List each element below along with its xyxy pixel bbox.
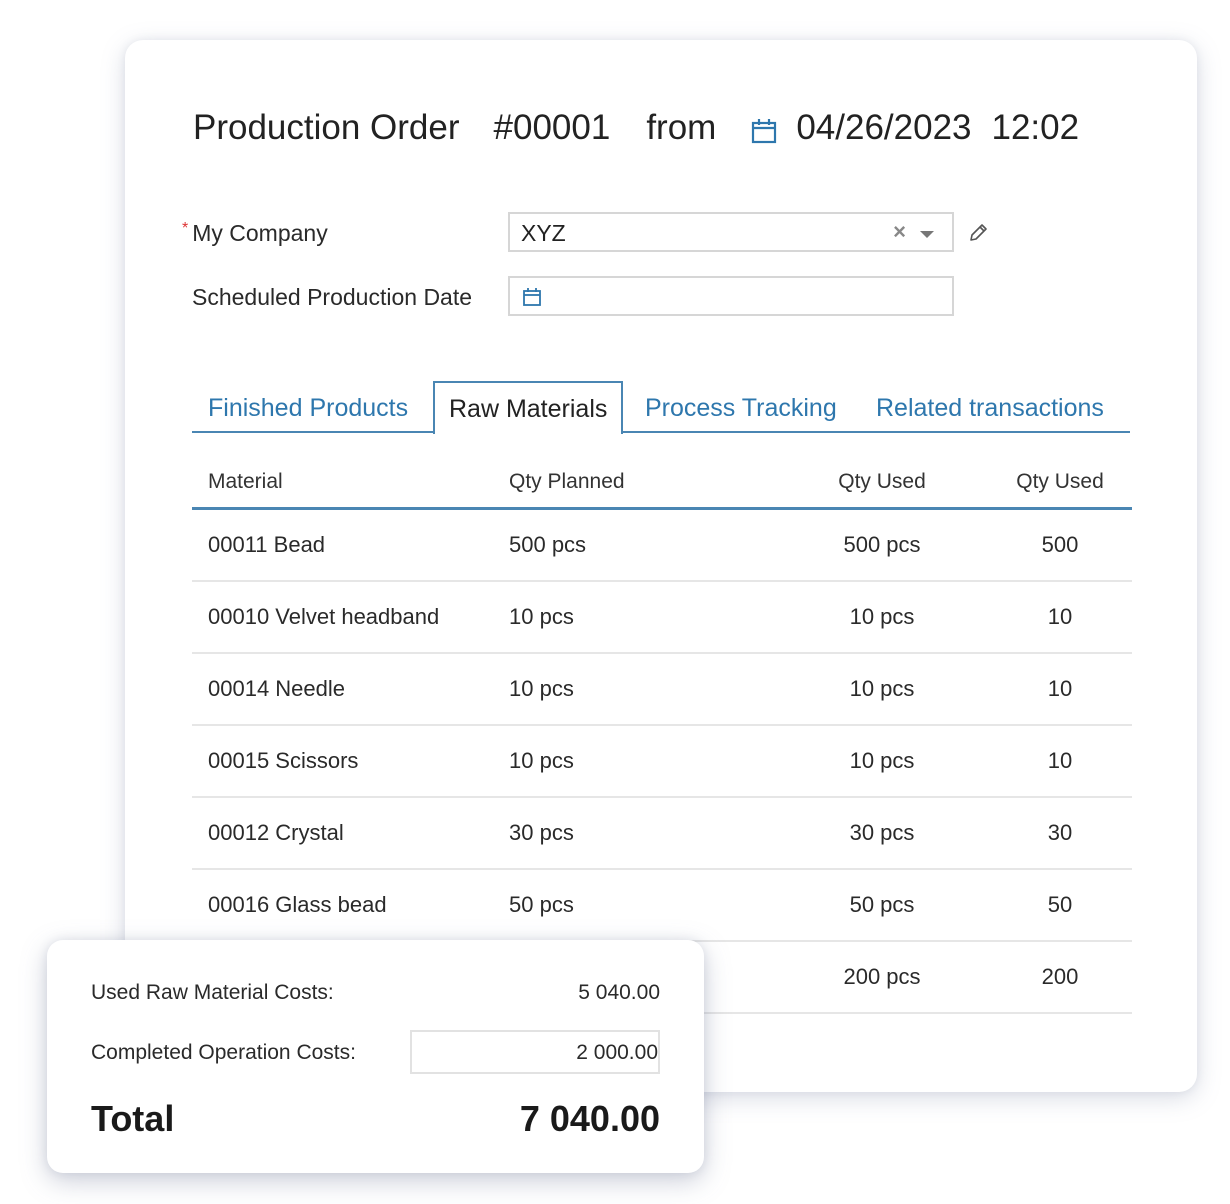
- from-label: from: [646, 108, 717, 147]
- table-header: Material Qty Planned Qty Used Qty Used: [192, 455, 1132, 510]
- raw-materials-table: Material Qty Planned Qty Used Qty Used 0…: [192, 455, 1132, 1014]
- order-time[interactable]: 12:02: [992, 108, 1080, 148]
- material-cell: 00011 Bead: [208, 532, 326, 557]
- doc-type-label: Production Order: [193, 108, 460, 147]
- column-header-material[interactable]: Material: [208, 470, 283, 494]
- material-cell: 00015 Scissors: [208, 748, 359, 773]
- company-label-text: My Company: [192, 220, 328, 246]
- required-mark: *: [182, 220, 189, 237]
- table-row[interactable]: 00010 Velvet headband 10 pcs 10 pcs 10: [192, 582, 1132, 654]
- order-date[interactable]: 04/26/2023: [796, 108, 971, 148]
- table-row[interactable]: 00012 Crystal 30 pcs 30 pcs 30: [192, 798, 1132, 870]
- column-header-qty-used[interactable]: Qty Used: [832, 470, 932, 494]
- raw-material-costs-label: Used Raw Material Costs:: [91, 981, 334, 1004]
- company-label: * My Company: [182, 220, 328, 247]
- material-cell: 00012 Crystal: [208, 820, 344, 845]
- operation-costs-input[interactable]: 2 000.00: [410, 1030, 660, 1074]
- table-row[interactable]: 00014 Needle 10 pcs 10 pcs 10: [192, 654, 1132, 726]
- company-value: XYZ: [521, 220, 566, 246]
- scheduled-date-input[interactable]: [508, 276, 954, 316]
- tab-raw-materials[interactable]: Raw Materials: [433, 381, 624, 434]
- company-select[interactable]: XYZ ×: [508, 212, 954, 252]
- material-cell: 00016 Glass bead: [208, 892, 387, 917]
- qty-used-cell: 10 pcs: [849, 604, 915, 629]
- edit-pencil-icon[interactable]: [967, 222, 989, 244]
- order-number: #00001: [493, 108, 611, 147]
- qty-used-number-cell: 50: [1047, 892, 1073, 917]
- qty-planned-cell: 10 pcs: [509, 748, 574, 773]
- raw-material-costs-value: 5 040.00: [578, 981, 660, 1004]
- operation-costs-label: Completed Operation Costs:: [91, 1041, 356, 1064]
- qty-used-number-cell: 10: [1047, 748, 1073, 773]
- qty-planned-cell: 10 pcs: [509, 604, 574, 629]
- clear-icon[interactable]: ×: [893, 221, 906, 243]
- tab-bar: Finished Products Raw Materials Process …: [192, 381, 1130, 434]
- tab-finished-products[interactable]: Finished Products: [208, 381, 408, 433]
- qty-planned-cell: 50 pcs: [509, 892, 574, 917]
- total-value: 7 040.00: [519, 1098, 660, 1139]
- qty-planned-cell: 10 pcs: [509, 676, 574, 701]
- qty-used-cell: 10 pcs: [849, 676, 915, 701]
- qty-used-cell: 500 pcs: [843, 532, 921, 557]
- qty-used-cell: 50 pcs: [849, 892, 915, 917]
- table-row[interactable]: 00015 Scissors 10 pcs 10 pcs 10: [192, 726, 1132, 798]
- qty-used-number-cell: 200: [1041, 964, 1079, 989]
- total-label: Total: [91, 1098, 175, 1139]
- tab-related-transactions[interactable]: Related transactions: [876, 381, 1104, 433]
- material-cell: 00014 Needle: [208, 676, 346, 701]
- qty-used-number-cell: 500: [1041, 532, 1079, 557]
- calendar-icon[interactable]: [522, 287, 542, 307]
- qty-planned-cell: 500 pcs: [509, 532, 587, 557]
- table-row[interactable]: 00016 Glass bead 50 pcs 50 pcs 50: [192, 870, 1132, 942]
- qty-used-cell: 10 pcs: [849, 748, 915, 773]
- qty-planned-cell: 30 pcs: [509, 820, 574, 845]
- qty-used-cell: 30 pcs: [849, 820, 915, 845]
- column-header-qty-planned[interactable]: Qty Planned: [509, 470, 625, 494]
- cost-summary-card: Used Raw Material Costs: 5 040.00 Comple…: [47, 940, 704, 1173]
- qty-used-number-cell: 10: [1047, 604, 1073, 629]
- qty-used-number-cell: 10: [1047, 676, 1073, 701]
- page-title: Production Order #00001 from 04/26/2023 …: [193, 104, 1079, 152]
- scheduled-date-label: Scheduled Production Date: [192, 284, 473, 310]
- calendar-icon[interactable]: [750, 114, 778, 144]
- table-row[interactable]: 00011 Bead 500 pcs 500 pcs 500: [192, 510, 1132, 582]
- qty-used-cell: 200 pcs: [843, 964, 921, 989]
- operation-costs-value: 2 000.00: [576, 1041, 658, 1064]
- material-cell: 00010 Velvet headband: [208, 604, 440, 629]
- column-header-qty-used-number[interactable]: Qty Used: [1010, 470, 1110, 494]
- chevron-down-icon[interactable]: [920, 231, 934, 238]
- qty-used-number-cell: 30: [1047, 820, 1073, 845]
- tab-process-tracking[interactable]: Process Tracking: [645, 381, 837, 433]
